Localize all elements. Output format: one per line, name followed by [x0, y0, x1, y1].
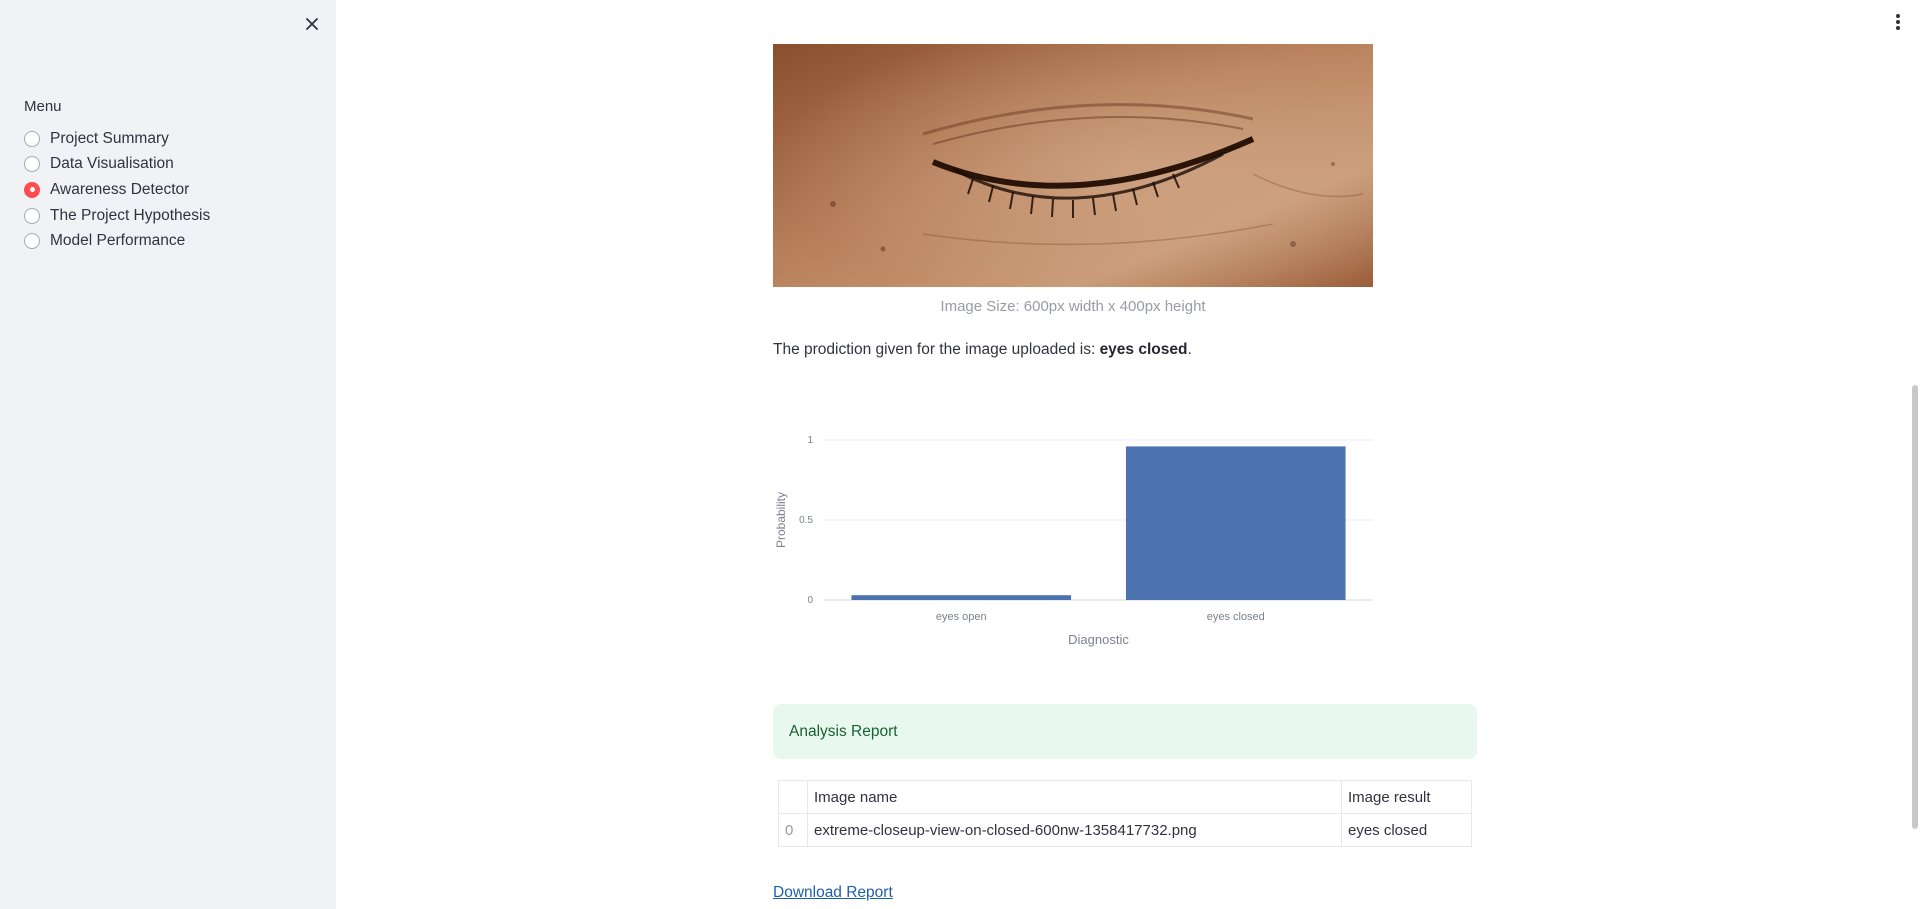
table-header-image-name[interactable]: Image name — [807, 780, 1342, 814]
menu-label: Menu — [24, 98, 62, 115]
radio-button-icon[interactable] — [24, 156, 40, 173]
report-table: Image name Image result 0 extreme-closeu… — [778, 780, 1472, 847]
prediction-suffix: . — [1187, 341, 1192, 358]
kebab-menu-icon[interactable] — [1894, 14, 1902, 30]
uploaded-image — [773, 44, 1373, 287]
menu-item-awareness-detector[interactable]: Awareness Detector — [24, 177, 210, 203]
radio-button-selected-icon[interactable] — [24, 181, 40, 198]
x-tick-label: eyes open — [936, 611, 987, 623]
sidebar: Menu Project Summary Data Visualisation … — [0, 0, 336, 909]
bar — [851, 595, 1072, 600]
menu-item-label: Model Performance — [50, 232, 186, 250]
y-tick-label: 1 — [807, 435, 813, 446]
y-axis-title: Probability — [774, 492, 788, 548]
radio-button-icon[interactable] — [24, 130, 40, 147]
prediction-text: The prodiction given for the image uploa… — [773, 341, 1192, 359]
download-report-link[interactable]: Download Report — [773, 884, 893, 902]
x-axis-title: Diagnostic — [1068, 632, 1129, 647]
y-tick-label: 0.5 — [799, 515, 813, 526]
menu-item-data-visualisation[interactable]: Data Visualisation — [24, 152, 210, 178]
table-header-image-result[interactable]: Image result — [1341, 780, 1472, 814]
alert-text: Analysis Report — [789, 722, 898, 740]
image-caption: Image Size: 600px width x 400px height — [940, 298, 1206, 315]
y-tick-label: 0 — [807, 595, 813, 606]
menu-item-label: The Project Hypothesis — [50, 206, 211, 224]
table-cell-index: 0 — [778, 813, 808, 847]
prediction-value: eyes closed — [1099, 341, 1188, 358]
table-header-row: Image name Image result — [778, 780, 1472, 814]
x-tick-label: eyes closed — [1207, 611, 1265, 623]
menu-item-model-performance[interactable]: Model Performance — [24, 228, 210, 254]
table-cell-image-result[interactable]: eyes closed — [1341, 813, 1472, 847]
close-icon[interactable] — [302, 14, 322, 34]
probability-bar-chart: 0 0.5 1 eyes open eyes closed Diagnostic Proba… — [774, 435, 1373, 647]
menu-item-project-summary[interactable]: Project Summary — [24, 126, 210, 152]
menu-item-label: Awareness Detector — [50, 180, 190, 198]
table-row: 0 extreme-closeup-view-on-closed-600nw-1… — [778, 813, 1472, 847]
scrollbar[interactable] — [1912, 385, 1918, 829]
menu-item-label: Data Visualisation — [50, 155, 174, 173]
menu-item-project-hypothesis[interactable]: The Project Hypothesis — [24, 203, 210, 229]
prediction-prefix: The prodiction given for the image uploa… — [773, 341, 1100, 358]
table-header-index — [778, 780, 808, 814]
radio-button-icon[interactable] — [24, 233, 40, 250]
probability-chart: 0 0.5 1 eyes open eyes closed Diagnostic Proba… — [773, 420, 1373, 660]
menu-item-label: Project Summary — [50, 129, 169, 147]
menu-radio-group: Project Summary Data Visualisation Aware… — [24, 126, 210, 254]
bar — [1125, 446, 1346, 600]
radio-button-icon[interactable] — [24, 207, 40, 224]
analysis-report-alert: Analysis Report — [773, 704, 1477, 759]
table-cell-image-name[interactable]: extreme-closeup-view-on-closed-600nw-135… — [807, 813, 1342, 847]
